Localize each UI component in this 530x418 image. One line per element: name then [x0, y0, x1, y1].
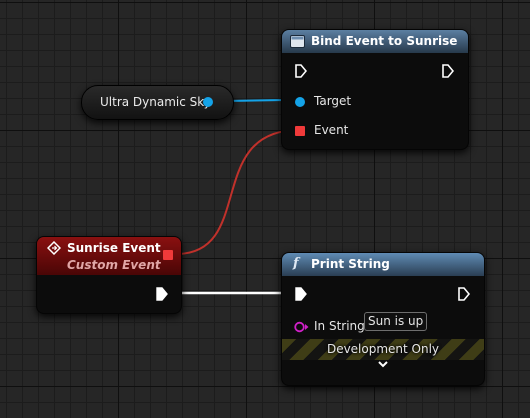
target-pin-label: Target — [314, 94, 352, 108]
development-only-banner: Development Only — [282, 339, 484, 360]
ultra-dynamic-sky-label: Ultra Dynamic Sky — [100, 95, 211, 109]
in-string-pin[interactable] — [294, 321, 310, 333]
bind-event-title: Bind Event to Sunrise — [311, 34, 458, 48]
chevron-down-icon[interactable] — [377, 360, 389, 369]
bind-event-header: Bind Event to Sunrise — [282, 30, 468, 53]
event-exec-out-pin[interactable] — [156, 287, 168, 301]
function-icon: f — [293, 256, 299, 271]
exec-in-pin[interactable] — [295, 64, 307, 78]
print-string-node[interactable]: f Print String In String Sun is up Devel… — [281, 252, 485, 386]
variable-output-pin[interactable] — [203, 97, 213, 107]
print-string-header: f Print String — [282, 253, 484, 276]
event-diamond-icon — [47, 241, 61, 255]
delegate-wire[interactable] — [177, 129, 300, 255]
in-string-value: Sun is up — [368, 314, 424, 328]
in-string-label: In String — [314, 319, 365, 333]
bind-event-node[interactable]: Bind Event to Sunrise Target Event — [281, 29, 469, 150]
ultra-dynamic-sky-node[interactable]: Ultra Dynamic Sky — [81, 85, 234, 120]
event-output-delegate-pin[interactable] — [163, 250, 173, 260]
exec-out-pin[interactable] — [442, 64, 454, 78]
sunrise-event-title: Sunrise Event — [67, 241, 161, 255]
in-string-value-field[interactable]: Sun is up — [364, 312, 428, 331]
print-string-title: Print String — [311, 257, 390, 271]
function-node-icon — [290, 35, 305, 48]
print-exec-out-pin[interactable] — [458, 287, 470, 301]
event-delegate-pin[interactable] — [295, 126, 305, 136]
development-only-label: Development Only — [326, 342, 440, 356]
event-pin-label: Event — [314, 123, 349, 137]
sunrise-event-subtitle: Custom Event — [67, 258, 161, 272]
sunrise-event-header: Sunrise Event Custom Event — [37, 237, 181, 275]
target-pin[interactable] — [295, 97, 305, 107]
sunrise-event-node[interactable]: Sunrise Event Custom Event — [36, 236, 182, 314]
print-exec-in-pin[interactable] — [295, 287, 307, 301]
